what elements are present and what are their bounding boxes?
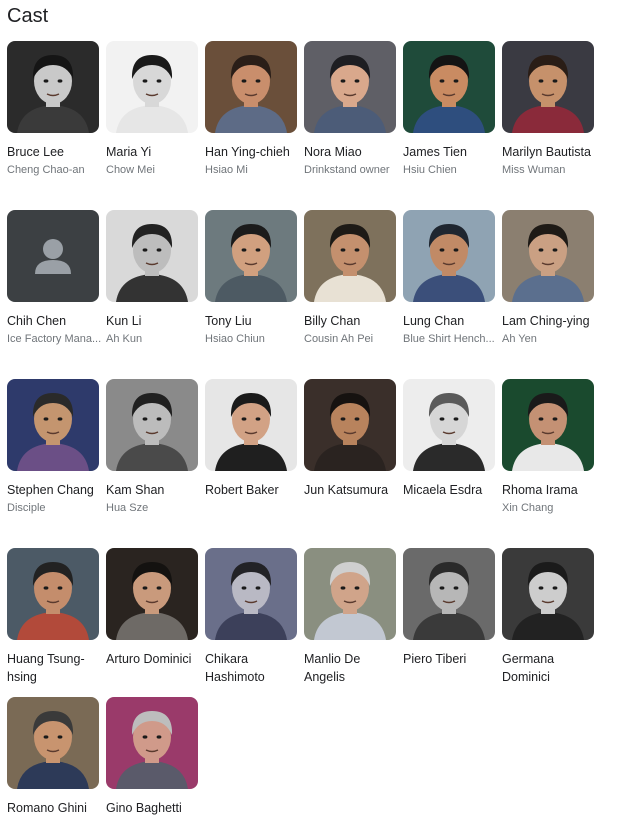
cast-card[interactable]: Arturo Dominici — [106, 548, 198, 668]
cast-card[interactable]: Bruce Lee Cheng Chao-an — [7, 41, 99, 178]
cast-name[interactable]: Maria Yi — [106, 143, 198, 161]
cast-name[interactable]: Tony Liu — [205, 312, 297, 330]
cast-card[interactable]: Robert Baker — [205, 379, 297, 499]
cast-name[interactable]: Robert Baker — [205, 481, 297, 499]
cast-photo[interactable] — [7, 379, 99, 471]
cast-card[interactable]: Maria Yi Chow Mei — [106, 41, 198, 178]
cast-photo[interactable] — [205, 210, 297, 302]
cast-photo[interactable] — [7, 41, 99, 133]
cast-card[interactable]: Kam Shan Hua Sze — [106, 379, 198, 516]
cast-name[interactable]: Micaela Esdra — [403, 481, 495, 499]
cast-card[interactable]: Marilyn Bautista Miss Wuman — [502, 41, 594, 178]
cast-role: Hsiao Mi — [205, 164, 248, 176]
cast-photo[interactable] — [304, 41, 396, 133]
cast-photo[interactable] — [106, 548, 198, 640]
cast-card[interactable]: Micaela Esdra — [403, 379, 495, 499]
cast-card[interactable]: Billy Chan Cousin Ah Pei — [304, 210, 396, 347]
cast-card[interactable]: Jun Katsumura — [304, 379, 396, 499]
cast-role: Ah Yen — [502, 333, 537, 345]
cast-card[interactable]: Manlio De Angelis — [304, 548, 396, 686]
cast-photo[interactable] — [502, 41, 594, 133]
cast-card[interactable]: Gino Baghetti — [106, 697, 198, 817]
cast-photo[interactable] — [106, 210, 198, 302]
cast-name[interactable]: Lung Chan — [403, 312, 495, 330]
cast-card[interactable]: Nora Miao Drinkstand owner — [304, 41, 396, 178]
cast-card[interactable]: Chikara Hashimoto — [205, 548, 297, 686]
cast-photo[interactable] — [205, 379, 297, 471]
cast-photo[interactable] — [7, 697, 99, 789]
cast-photo[interactable] — [205, 41, 297, 133]
cast-card[interactable]: Piero Tiberi — [403, 548, 495, 668]
cast-role: Cheng Chao-an — [7, 164, 85, 176]
cast-photo[interactable] — [403, 41, 495, 133]
cast-name[interactable]: Bruce Lee — [7, 143, 99, 161]
cast-role: Hsiao Chiun — [205, 333, 265, 345]
cast-card[interactable]: Han Ying-chieh Hsiao Mi — [205, 41, 297, 178]
cast-name[interactable]: Marilyn Bautista — [502, 143, 594, 161]
cast-card[interactable]: Chih Chen Ice Factory Mana... — [7, 210, 101, 347]
cast-role: Hsiu Chien — [403, 164, 457, 176]
cast-photo[interactable] — [106, 379, 198, 471]
cast-photo[interactable] — [304, 210, 396, 302]
cast-name[interactable]: Piero Tiberi — [403, 650, 495, 668]
cast-name[interactable]: Nora Miao — [304, 143, 396, 161]
cast-photo[interactable] — [106, 41, 198, 133]
cast-role: Xin Chang — [502, 502, 554, 514]
cast-name[interactable]: Manlio De Angelis — [304, 650, 396, 686]
cast-photo[interactable] — [106, 697, 198, 789]
cast-role: Drinkstand owner — [304, 164, 390, 176]
cast-photo[interactable] — [403, 548, 495, 640]
cast-name[interactable]: Lam Ching-ying — [502, 312, 594, 330]
cast-role: Hua Sze — [106, 502, 149, 514]
cast-photo[interactable] — [502, 210, 594, 302]
cast-card[interactable]: Germana Dominici — [502, 548, 594, 686]
cast-card[interactable]: Stephen Chang Disciple — [7, 379, 99, 516]
cast-name[interactable]: Rhoma Irama — [502, 481, 594, 499]
cast-name[interactable]: Han Ying-chieh — [205, 143, 297, 161]
section-title: Cast — [7, 5, 49, 27]
cast-card[interactable]: James Tien Hsiu Chien — [403, 41, 495, 178]
cast-name[interactable]: Chikara Hashimoto — [205, 650, 297, 686]
cast-name[interactable]: Huang Tsung-hsing — [7, 650, 99, 686]
cast-photo[interactable] — [7, 548, 99, 640]
cast-role: Cousin Ah Pei — [304, 333, 374, 345]
cast-name[interactable]: Billy Chan — [304, 312, 396, 330]
person-placeholder-icon[interactable] — [7, 210, 99, 302]
cast-photo[interactable] — [502, 379, 594, 471]
cast-photo[interactable] — [502, 548, 594, 640]
cast-role: Chow Mei — [106, 164, 155, 176]
cast-card[interactable]: Lam Ching-ying Ah Yen — [502, 210, 594, 347]
cast-card[interactable]: Romano Ghini — [7, 697, 99, 817]
cast-card[interactable]: Tony Liu Hsiao Chiun — [205, 210, 297, 347]
cast-card[interactable]: Rhoma Irama Xin Chang — [502, 379, 594, 516]
cast-role: Ah Kun — [106, 333, 143, 345]
cast-name[interactable]: Arturo Dominici — [106, 650, 198, 668]
cast-name[interactable]: Gino Baghetti — [106, 799, 198, 817]
cast-photo[interactable] — [304, 379, 396, 471]
cast-name[interactable]: Kun Li — [106, 312, 198, 330]
cast-photo[interactable] — [403, 379, 495, 471]
cast-name[interactable]: Jun Katsumura — [304, 481, 396, 499]
cast-card[interactable]: Lung Chan Blue Shirt Hench... — [403, 210, 495, 347]
cast-name[interactable]: Chih Chen — [7, 312, 99, 330]
cast-card[interactable]: Huang Tsung-hsing — [7, 548, 99, 686]
cast-role: Ice Factory Mana... — [7, 333, 102, 345]
cast-name[interactable]: James Tien — [403, 143, 495, 161]
cast-card[interactable]: Kun Li Ah Kun — [106, 210, 198, 347]
cast-photo[interactable] — [304, 548, 396, 640]
cast-role: Miss Wuman — [502, 164, 566, 176]
cast-role: Disciple — [7, 502, 46, 514]
cast-name[interactable]: Kam Shan — [106, 481, 198, 499]
cast-name[interactable]: Stephen Chang — [7, 481, 99, 499]
cast-role: Blue Shirt Hench... — [403, 333, 495, 345]
cast-photo[interactable] — [403, 210, 495, 302]
cast-name[interactable]: Germana Dominici — [502, 650, 594, 686]
cast-photo[interactable] — [205, 548, 297, 640]
cast-name[interactable]: Romano Ghini — [7, 799, 99, 817]
